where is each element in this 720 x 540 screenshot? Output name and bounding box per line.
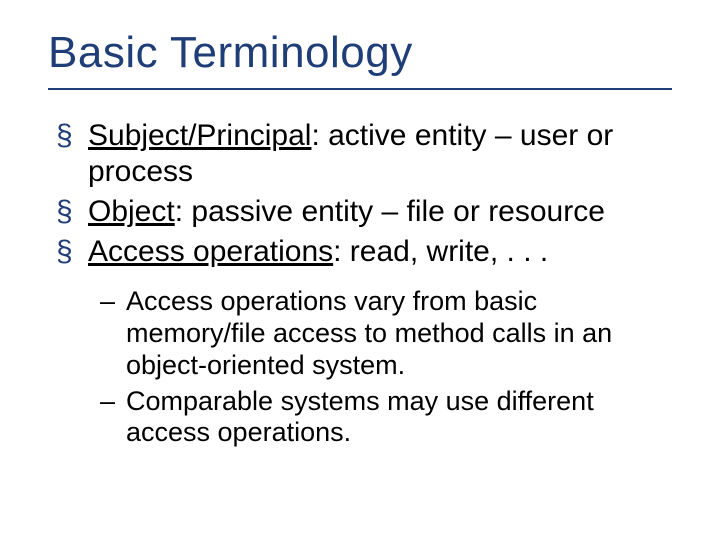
bullet-item: Object: passive entity – file or resourc…	[48, 194, 672, 230]
sub-bullet-item: Comparable systems may use different acc…	[48, 386, 672, 450]
term: Object	[88, 195, 175, 228]
bullet-item: Access operations: read, write, . . .	[48, 234, 672, 270]
sub-bullet-item: Access operations vary from basic memory…	[48, 286, 672, 382]
term: Subject/Principal	[88, 119, 311, 152]
definition: : read, write, . . .	[333, 235, 548, 268]
slide-title: Basic Terminology	[48, 28, 672, 78]
bullet-item: Subject/Principal: active entity – user …	[48, 118, 672, 190]
bullet-list: Subject/Principal: active entity – user …	[48, 118, 672, 270]
title-rule	[48, 88, 672, 90]
slide: Basic Terminology Subject/Principal: act…	[0, 0, 720, 540]
sub-bullet-list: Access operations vary from basic memory…	[48, 286, 672, 449]
definition: : passive entity – file or resource	[175, 195, 605, 228]
term: Access operations	[88, 235, 333, 268]
